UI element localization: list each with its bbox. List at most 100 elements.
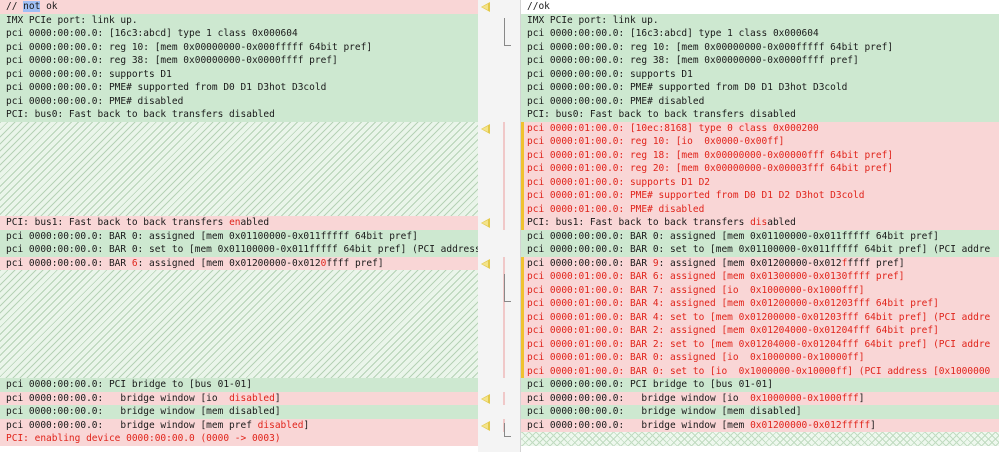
line-text-segment: ffff pref]: [847, 257, 905, 269]
diff-line[interactable]: pci 0000:00:00.0: bridge window [mem pre…: [0, 418, 478, 432]
diff-line[interactable]: pci 0000:00:00.0: PME# disabled: [521, 94, 999, 108]
change-marker: [503, 121, 505, 230]
diff-line[interactable]: pci 0000:00:00.0: PME# supported from D0…: [521, 81, 999, 95]
diff-line[interactable]: pci 0000:01:00.0: PME# supported from D0…: [521, 189, 999, 203]
line-text: PCI: bus0: Fast back to back transfers d…: [527, 109, 796, 120]
line-text-segment: pci 0000:00:00.0: bridge window [mem: [527, 419, 751, 431]
line-text-segment: ]: [274, 392, 281, 404]
diff-line[interactable]: IMX PCIe port: link up.: [0, 13, 478, 27]
right-diff-pane[interactable]: //ok IMX PCIe port: link up. pci 0000:00:0…: [521, 0, 999, 452]
diff-line[interactable]: pci 0000:01:00.0: BAR 0: assigned [io 0x…: [521, 351, 999, 365]
diff-line[interactable]: pci 0000:01:00.0: reg 18: [mem 0x0000000…: [521, 148, 999, 162]
diff-line[interactable]: pci 0000:00:00.0: BAR 9: assigned [mem 0…: [521, 256, 999, 270]
diff-line[interactable]: PCI: bus0: Fast back to back transfers d…: [521, 108, 999, 122]
line-text: pci 0000:00:00.0: PME# disabled: [6, 95, 184, 107]
diff-line[interactable]: IMX PCIe port: link up.: [521, 13, 999, 27]
line-text-segment: : assigned [mem 0x01200000-0x012: [658, 257, 842, 269]
diff-line[interactable]: pci 0000:00:00.0: BAR 0: assigned [mem 0…: [0, 229, 478, 243]
line-text: pci 0000:01:00.0: BAR 2: set to [mem 0x0…: [527, 338, 991, 350]
diff-line[interactable]: pci 0000:00:00.0: PCI bridge to [bus 01-…: [0, 378, 478, 392]
diff-line[interactable]: pci 0000:00:00.0: bridge window [mem dis…: [521, 405, 999, 419]
diff-line[interactable]: PCI: bus1: Fast back to back transfers e…: [0, 216, 478, 230]
diff-line[interactable]: pci 0000:00:00.0: [16c3:abcd] type 1 cla…: [521, 27, 999, 41]
diff-line[interactable]: pci 0000:00:00.0: BAR 0: set to [mem 0x0…: [0, 243, 478, 257]
merge-arrow-button[interactable]: [478, 258, 520, 272]
diff-line[interactable]: pci 0000:00:00.0: reg 38: [mem 0x0000000…: [0, 54, 478, 68]
merge-arrow-button[interactable]: [478, 217, 520, 231]
line-text-segment: ffff pref]: [326, 257, 384, 269]
diff-line[interactable]: PCI: bus0: Fast back to back transfers d…: [0, 108, 478, 122]
arrow-left-icon: [481, 123, 490, 134]
changed-block-indicator: [521, 121, 524, 230]
line-text: pci 0000:00:00.0: bridge window [mem dis…: [6, 406, 281, 417]
merge-arrow-button[interactable]: [478, 420, 520, 434]
diff-line[interactable]: pci 0000:00:00.0: supports D1: [521, 67, 999, 81]
line-text: pci 0000:01:00.0: BAR 0: assigned [io 0x…: [527, 352, 865, 363]
diff-line[interactable]: pci 0000:00:00.0: bridge window [mem 0x0…: [521, 418, 999, 432]
diff-line[interactable]: pci 0000:01:00.0: reg 20: [mem 0x0000000…: [521, 162, 999, 176]
diff-line[interactable]: pci 0000:01:00.0: reg 10: [io 0x0000-0x0…: [521, 135, 999, 149]
arrow-left-icon: [481, 2, 490, 12]
diff-title-line[interactable]: // not ok: [0, 0, 478, 14]
diff-line[interactable]: pci 0000:01:00.0: [10ec:8168] type 0 cla…: [521, 121, 999, 135]
change-marker: [503, 391, 505, 405]
line-text: pci 0000:01:00.0: BAR 7: assigned [io 0x…: [527, 284, 865, 296]
changed-text-segment: 0x1000000-0x1000fff: [750, 392, 859, 404]
diff-line[interactable]: pci 0000:00:00.0: bridge window [io disa…: [0, 391, 478, 405]
diff-line[interactable]: pci 0000:01:00.0: BAR 0: set to [io 0x10…: [521, 364, 999, 378]
line-text: pci 0000:01:00.0: BAR 4: assigned [mem 0…: [527, 298, 939, 309]
diff-line[interactable]: pci 0000:00:00.0: [16c3:abcd] type 1 cla…: [0, 27, 478, 41]
diff-line[interactable]: PCI: enabling device 0000:00:00.0 (0000 …: [0, 432, 478, 446]
block-connector: [504, 17, 511, 46]
diff-filler-block: [0, 270, 478, 378]
line-text: pci 0000:01:00.0: PME# supported from D0…: [527, 190, 865, 201]
diff-line[interactable]: pci 0000:00:00.0: reg 10: [mem 0x0000000…: [521, 40, 999, 54]
line-text: pci 0000:00:00.0: supports D1: [527, 68, 693, 80]
line-text: pci 0000:00:00.0: PME# supported from D0…: [527, 82, 848, 93]
line-text: pci 0000:00:00.0: BAR 0: assigned [mem 0…: [527, 230, 939, 242]
line-text: pci 0000:00:00.0: [16c3:abcd] type 1 cla…: [527, 28, 819, 39]
diff-line[interactable]: pci 0000:01:00.0: BAR 7: assigned [io 0x…: [521, 283, 999, 297]
diff-line[interactable]: pci 0000:00:00.0: reg 10: [mem 0x0000000…: [0, 40, 478, 54]
line-text-segment: pci 0000:00:00.0: bridge window [io: [6, 392, 230, 404]
diff-line[interactable]: pci 0000:00:00.0: supports D1: [0, 67, 478, 81]
diff-line[interactable]: pci 0000:01:00.0: supports D1 D2: [521, 175, 999, 189]
diff-line[interactable]: pci 0000:01:00.0: BAR 2: assigned [mem 0…: [521, 324, 999, 338]
line-text-segment: pci 0000:00:00.0: bridge window [io: [527, 392, 751, 404]
diff-line[interactable]: //ok: [521, 0, 999, 14]
merge-arrow-button[interactable]: [478, 123, 520, 137]
merge-arrow-button[interactable]: [478, 393, 520, 407]
diff-line[interactable]: pci 0000:01:00.0: BAR 2: set to [mem 0x0…: [521, 337, 999, 351]
diff-line[interactable]: pci 0000:00:00.0: BAR 6: assigned [mem 0…: [0, 256, 478, 270]
line-text: pci 0000:01:00.0: BAR 6: assigned [mem 0…: [527, 271, 905, 282]
diff-line[interactable]: pci 0000:01:00.0: BAR 6: assigned [mem 0…: [521, 270, 999, 284]
diff-line[interactable]: pci 0000:00:00.0: bridge window [mem dis…: [0, 405, 478, 419]
diff-line[interactable]: pci 0000:00:00.0: reg 38: [mem 0x0000000…: [521, 54, 999, 68]
line-text-segment: : assigned [mem 0x01200000-0x012: [137, 257, 321, 269]
changed-text-segment: disabled: [257, 419, 304, 431]
diff-line[interactable]: pci 0000:00:00.0: PME# supported from D0…: [0, 81, 478, 95]
left-diff-pane[interactable]: // not ok IMX PCIe port: link up. pci 0000…: [0, 0, 479, 452]
changed-block-indicator: [521, 256, 524, 378]
diff-line[interactable]: pci 0000:01:00.0: PME# disabled: [521, 202, 999, 216]
merge-arrow-button[interactable]: [478, 1, 520, 15]
arrow-left-icon: [481, 393, 490, 404]
diff-line[interactable]: pci 0000:00:00.0: BAR 0: set to [mem 0x0…: [521, 243, 999, 257]
line-text-segment: abled: [767, 217, 796, 228]
line-text: pci 0000:00:00.0: PCI bridge to [bus 01-…: [6, 379, 252, 390]
line-text-segment: ok: [40, 1, 58, 12]
line-text: pci 0000:01:00.0: BAR 0: set to [io 0x10…: [527, 365, 991, 377]
diff-line[interactable]: pci 0000:01:00.0: BAR 4: assigned [mem 0…: [521, 297, 999, 311]
diff-line[interactable]: pci 0000:00:00.0: PCI bridge to [bus 01-…: [521, 378, 999, 392]
diff-line[interactable]: pci 0000:00:00.0: BAR 0: assigned [mem 0…: [521, 229, 999, 243]
diff-line[interactable]: pci 0000:01:00.0: BAR 4: set to [mem 0x0…: [521, 310, 999, 324]
diff-filler-block: [0, 121, 478, 216]
line-text: IMX PCIe port: link up.: [527, 14, 659, 26]
line-text-segment: ]: [858, 392, 865, 404]
line-text: pci 0000:00:00.0: reg 10: [mem 0x0000000…: [527, 41, 894, 53]
diff-line[interactable]: pci 0000:00:00.0: PME# disabled: [0, 94, 478, 108]
diff-gutter: [478, 0, 521, 452]
line-text-segment: PCI: bus1: Fast back to back transfers: [527, 217, 751, 228]
diff-line[interactable]: PCI: bus1: Fast back to back transfers d…: [521, 216, 999, 230]
diff-line[interactable]: pci 0000:00:00.0: bridge window [io 0x10…: [521, 391, 999, 405]
